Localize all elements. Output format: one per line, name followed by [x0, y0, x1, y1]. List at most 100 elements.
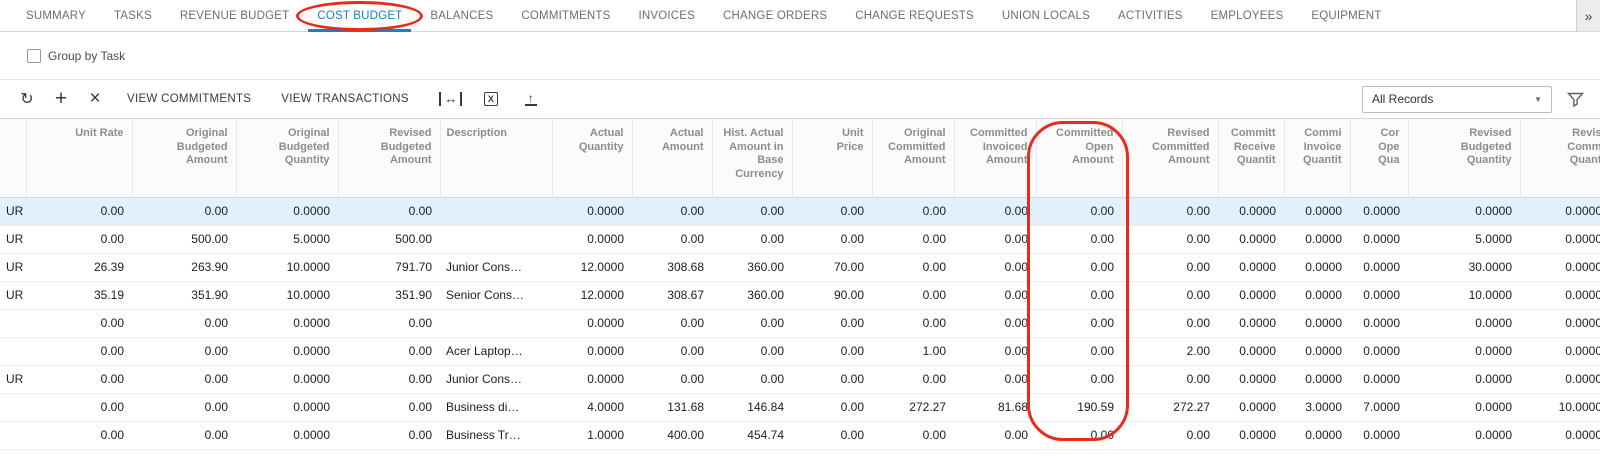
- cell-actual_quantity[interactable]: 0.0000: [552, 309, 632, 337]
- cell-unit_price[interactable]: 70.00: [792, 253, 872, 281]
- cell-original_committed_amount[interactable]: 0.00: [872, 421, 954, 449]
- tab-activities[interactable]: ACTIVITIES: [1104, 0, 1197, 31]
- col-header-revised_committed_amount[interactable]: Revised Committed Amount: [1122, 119, 1218, 197]
- col-header-committed_open_amount[interactable]: Committed Open Amount: [1036, 119, 1122, 197]
- cell-uom[interactable]: UR: [0, 281, 26, 309]
- cell-revised_committed_amount[interactable]: 0.00: [1122, 281, 1218, 309]
- col-header-committed_invoiced_quantity[interactable]: Commi Invoice Quantit: [1284, 119, 1350, 197]
- cell-committed_open_amount[interactable]: 0.00: [1036, 309, 1122, 337]
- tab-change-requests[interactable]: CHANGE REQUESTS: [841, 0, 988, 31]
- cell-revised_committed_quantity[interactable]: 0.0000: [1520, 281, 1600, 309]
- grid-row[interactable]: UR26.39263.9010.0000791.70Junior Cons…12…: [0, 253, 1600, 281]
- cell-actual_quantity[interactable]: 4.0000: [552, 393, 632, 421]
- cell-revised_committed_amount[interactable]: 0.00: [1122, 309, 1218, 337]
- col-header-revised_budgeted_amount[interactable]: Revised Budgeted Amount: [338, 119, 440, 197]
- cell-unit_rate[interactable]: 0.00: [26, 225, 132, 253]
- cell-actual_amount[interactable]: 308.67: [632, 281, 712, 309]
- cell-committed_invoiced_quantity[interactable]: 3.0000: [1284, 393, 1350, 421]
- grid-row[interactable]: UR35.19351.9010.0000351.90Senior Cons…12…: [0, 281, 1600, 309]
- cell-committed_open_amount[interactable]: 0.00: [1036, 337, 1122, 365]
- cell-revised_committed_amount[interactable]: 272.27: [1122, 393, 1218, 421]
- tab-tasks[interactable]: TASKS: [100, 0, 166, 31]
- cell-revised_committed_quantity[interactable]: 0.0000: [1520, 197, 1600, 225]
- cell-committed_invoiced_amount[interactable]: 0.00: [954, 365, 1036, 393]
- cell-unit_rate[interactable]: 0.00: [26, 309, 132, 337]
- cell-actual_amount[interactable]: 0.00: [632, 197, 712, 225]
- cell-unit_price[interactable]: 0.00: [792, 197, 872, 225]
- cell-committed_open_quantity[interactable]: 0.0000: [1350, 337, 1408, 365]
- cell-actual_amount[interactable]: 131.68: [632, 393, 712, 421]
- cell-committed_invoiced_quantity[interactable]: 0.0000: [1284, 253, 1350, 281]
- col-header-original_budgeted_quantity[interactable]: Original Budgeted Quantity: [236, 119, 338, 197]
- cell-revised_budgeted_amount[interactable]: 0.00: [338, 197, 440, 225]
- cell-original_budgeted_amount[interactable]: 351.90: [132, 281, 236, 309]
- cell-revised_committed_quantity[interactable]: 10.0000: [1520, 393, 1600, 421]
- cell-actual_quantity[interactable]: 0.0000: [552, 365, 632, 393]
- col-header-committed_open_quantity[interactable]: Cor Ope Qua: [1350, 119, 1408, 197]
- cell-revised_committed_quantity[interactable]: 0.0000: [1520, 421, 1600, 449]
- cell-revised_committed_quantity[interactable]: 0.0000: [1520, 337, 1600, 365]
- cell-revised_budgeted_amount[interactable]: 500.00: [338, 225, 440, 253]
- view-commitments-button[interactable]: VIEW COMMITMENTS: [112, 84, 266, 114]
- cell-revised_committed_amount[interactable]: 0.00: [1122, 197, 1218, 225]
- cell-revised_budgeted_quantity[interactable]: 0.0000: [1408, 393, 1520, 421]
- col-header-committed_received_quantity[interactable]: Committ Receive Quantit: [1218, 119, 1284, 197]
- cell-revised_budgeted_amount[interactable]: 0.00: [338, 393, 440, 421]
- cell-committed_invoiced_quantity[interactable]: 0.0000: [1284, 421, 1350, 449]
- cell-actual_amount[interactable]: 0.00: [632, 365, 712, 393]
- cell-revised_committed_amount[interactable]: 0.00: [1122, 253, 1218, 281]
- cell-committed_open_quantity[interactable]: 0.0000: [1350, 309, 1408, 337]
- cell-committed_open_quantity[interactable]: 0.0000: [1350, 281, 1408, 309]
- cell-committed_invoiced_quantity[interactable]: 0.0000: [1284, 225, 1350, 253]
- tab-revenue-budget[interactable]: REVENUE BUDGET: [166, 0, 304, 31]
- cell-original_budgeted_amount[interactable]: 263.90: [132, 253, 236, 281]
- grid-row[interactable]: 0.000.000.00000.00Business Tr…1.0000400.…: [0, 421, 1600, 449]
- view-transactions-button[interactable]: VIEW TRANSACTIONS: [266, 84, 424, 114]
- cell-actual_quantity[interactable]: 12.0000: [552, 253, 632, 281]
- cell-unit_rate[interactable]: 0.00: [26, 365, 132, 393]
- cell-revised_budgeted_quantity[interactable]: 0.0000: [1408, 337, 1520, 365]
- tab-employees[interactable]: EMPLOYEES: [1197, 0, 1298, 31]
- col-header-actual_quantity[interactable]: Actual Quantity: [552, 119, 632, 197]
- cell-description[interactable]: Business Tr…: [440, 421, 552, 449]
- cell-revised_committed_amount[interactable]: 0.00: [1122, 365, 1218, 393]
- cell-hist_actual_amount_base[interactable]: 146.84: [712, 393, 792, 421]
- tab-equipment[interactable]: EQUIPMENT: [1297, 0, 1395, 31]
- cell-committed_invoiced_quantity[interactable]: 0.0000: [1284, 337, 1350, 365]
- group-by-task-checkbox[interactable]: [27, 49, 41, 63]
- cell-committed_invoiced_amount[interactable]: 0.00: [954, 253, 1036, 281]
- cell-revised_committed_amount[interactable]: 0.00: [1122, 225, 1218, 253]
- cell-hist_actual_amount_base[interactable]: 0.00: [712, 337, 792, 365]
- col-header-actual_amount[interactable]: Actual Amount: [632, 119, 712, 197]
- cell-uom[interactable]: UR: [0, 225, 26, 253]
- cell-committed_received_quantity[interactable]: 0.0000: [1218, 393, 1284, 421]
- cell-committed_open_quantity[interactable]: 0.0000: [1350, 225, 1408, 253]
- cell-original_budgeted_amount[interactable]: 0.00: [132, 197, 236, 225]
- cell-actual_amount[interactable]: 0.00: [632, 225, 712, 253]
- cell-committed_received_quantity[interactable]: 0.0000: [1218, 281, 1284, 309]
- cell-committed_open_quantity[interactable]: 0.0000: [1350, 421, 1408, 449]
- cell-unit_price[interactable]: 0.00: [792, 421, 872, 449]
- cell-original_committed_amount[interactable]: 0.00: [872, 365, 954, 393]
- cell-committed_received_quantity[interactable]: 0.0000: [1218, 309, 1284, 337]
- cell-actual_amount[interactable]: 308.68: [632, 253, 712, 281]
- cell-description[interactable]: [440, 197, 552, 225]
- cell-unit_price[interactable]: 90.00: [792, 281, 872, 309]
- cell-unit_price[interactable]: 0.00: [792, 337, 872, 365]
- col-header-revised_budgeted_quantity[interactable]: Revised Budgeted Quantity: [1408, 119, 1520, 197]
- cell-uom[interactable]: UR: [0, 365, 26, 393]
- cell-original_budgeted_quantity[interactable]: 0.0000: [236, 197, 338, 225]
- cell-original_committed_amount[interactable]: 0.00: [872, 281, 954, 309]
- cell-description[interactable]: Senior Cons…: [440, 281, 552, 309]
- cell-original_budgeted_quantity[interactable]: 0.0000: [236, 337, 338, 365]
- cell-description[interactable]: Acer Laptop…: [440, 337, 552, 365]
- col-header-hist_actual_amount_base[interactable]: Hist. Actual Amount in Base Currency: [712, 119, 792, 197]
- cell-uom[interactable]: UR: [0, 197, 26, 225]
- col-header-unit_price[interactable]: Unit Price: [792, 119, 872, 197]
- cell-revised_budgeted_quantity[interactable]: 5.0000: [1408, 225, 1520, 253]
- cell-unit_rate[interactable]: 0.00: [26, 393, 132, 421]
- cell-committed_received_quantity[interactable]: 0.0000: [1218, 197, 1284, 225]
- cell-original_committed_amount[interactable]: 0.00: [872, 253, 954, 281]
- cell-uom[interactable]: [0, 309, 26, 337]
- cell-original_committed_amount[interactable]: 1.00: [872, 337, 954, 365]
